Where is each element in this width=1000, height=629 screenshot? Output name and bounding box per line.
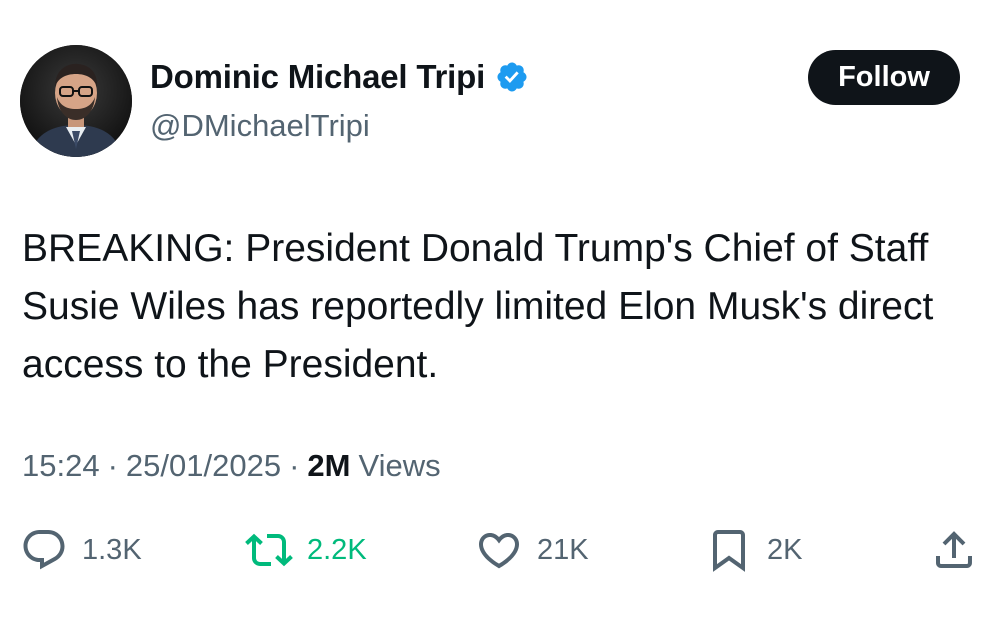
views-label: Views <box>358 448 441 483</box>
bookmark-icon <box>713 530 745 572</box>
author-name-row: Dominic Michael Tripi <box>150 58 529 96</box>
views-count[interactable]: 2M <box>307 448 350 484</box>
tweet-meta: 15:24 · 25/01/2025 · 2M Views <box>22 448 441 484</box>
like-button[interactable]: 21K <box>475 520 589 580</box>
share-button[interactable] <box>930 520 978 580</box>
bookmark-button[interactable]: 2K <box>705 520 802 580</box>
retweet-icon <box>245 533 293 567</box>
bookmark-count: 2K <box>767 533 803 566</box>
retweet-count: 2.2K <box>307 533 367 566</box>
author-handle[interactable]: @DMichaelTripi <box>150 108 370 144</box>
avatar-image <box>20 45 132 157</box>
follow-button[interactable]: Follow <box>808 50 960 105</box>
heart-icon <box>478 533 520 569</box>
reply-button[interactable]: 1.3K <box>20 520 142 580</box>
reply-icon <box>23 530 65 570</box>
reply-count: 1.3K <box>82 533 142 566</box>
like-count: 21K <box>537 533 589 566</box>
avatar[interactable] <box>20 45 132 157</box>
tweet-time[interactable]: 15:24 <box>22 448 100 484</box>
action-bar: 1.3K 2.2K 21K 2K <box>0 520 1000 580</box>
meta-separator: · <box>289 448 300 483</box>
tweet-text: BREAKING: President Donald Trump's Chief… <box>22 227 934 386</box>
verified-badge-icon[interactable] <box>495 60 529 94</box>
retweet-button[interactable]: 2.2K <box>245 520 367 580</box>
share-icon <box>936 531 972 568</box>
meta-separator: · <box>107 448 118 483</box>
tweet-date[interactable]: 25/01/2025 <box>126 448 281 484</box>
author-display-name[interactable]: Dominic Michael Tripi <box>150 58 485 96</box>
tweet-card: Dominic Michael Tripi @DMichaelTripi Fol… <box>0 0 1000 629</box>
